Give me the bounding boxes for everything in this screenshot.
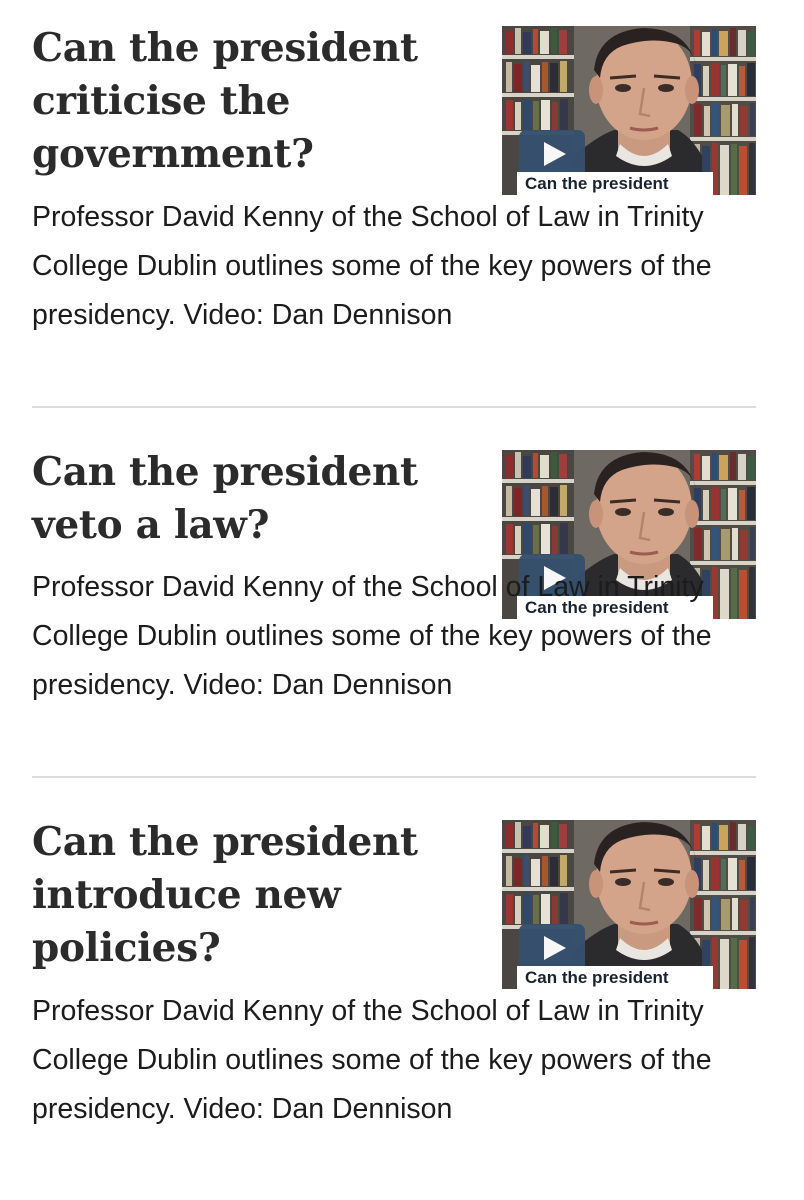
article-description[interactable]: Professor David Kenny of the School of L… bbox=[32, 563, 756, 710]
article-title[interactable]: Can the president criticise the governme… bbox=[32, 22, 482, 181]
play-icon bbox=[543, 142, 566, 166]
description-text: Professor David Kenny of the School of L… bbox=[32, 995, 712, 1125]
article-title[interactable]: Can the president introduce new policies… bbox=[32, 816, 482, 975]
article-card[interactable]: Can the president introduce new policies… bbox=[32, 816, 756, 1186]
article-card[interactable]: Can the president criticise the governme… bbox=[32, 22, 756, 382]
article-card[interactable]: Can the president veto a law? Can the pr… bbox=[32, 446, 756, 756]
video-thumbnail[interactable]: Can the president bbox=[502, 26, 756, 195]
video-caption: Can the president bbox=[517, 172, 713, 195]
description-text: Professor David Kenny of the School of L… bbox=[32, 571, 712, 701]
play-button[interactable] bbox=[519, 130, 585, 178]
article-description[interactable]: Professor David Kenny of the School of L… bbox=[32, 193, 756, 340]
description-text: Professor David Kenny of the School of L… bbox=[32, 201, 712, 331]
divider bbox=[32, 776, 756, 778]
video-caption: Can the president bbox=[517, 966, 713, 989]
divider bbox=[32, 406, 756, 408]
article-title[interactable]: Can the president veto a law? bbox=[32, 446, 482, 552]
video-thumbnail[interactable]: Can the president bbox=[502, 820, 756, 989]
play-button[interactable] bbox=[519, 924, 585, 972]
article-description[interactable]: Professor David Kenny of the School of L… bbox=[32, 987, 756, 1134]
play-icon bbox=[543, 936, 566, 960]
